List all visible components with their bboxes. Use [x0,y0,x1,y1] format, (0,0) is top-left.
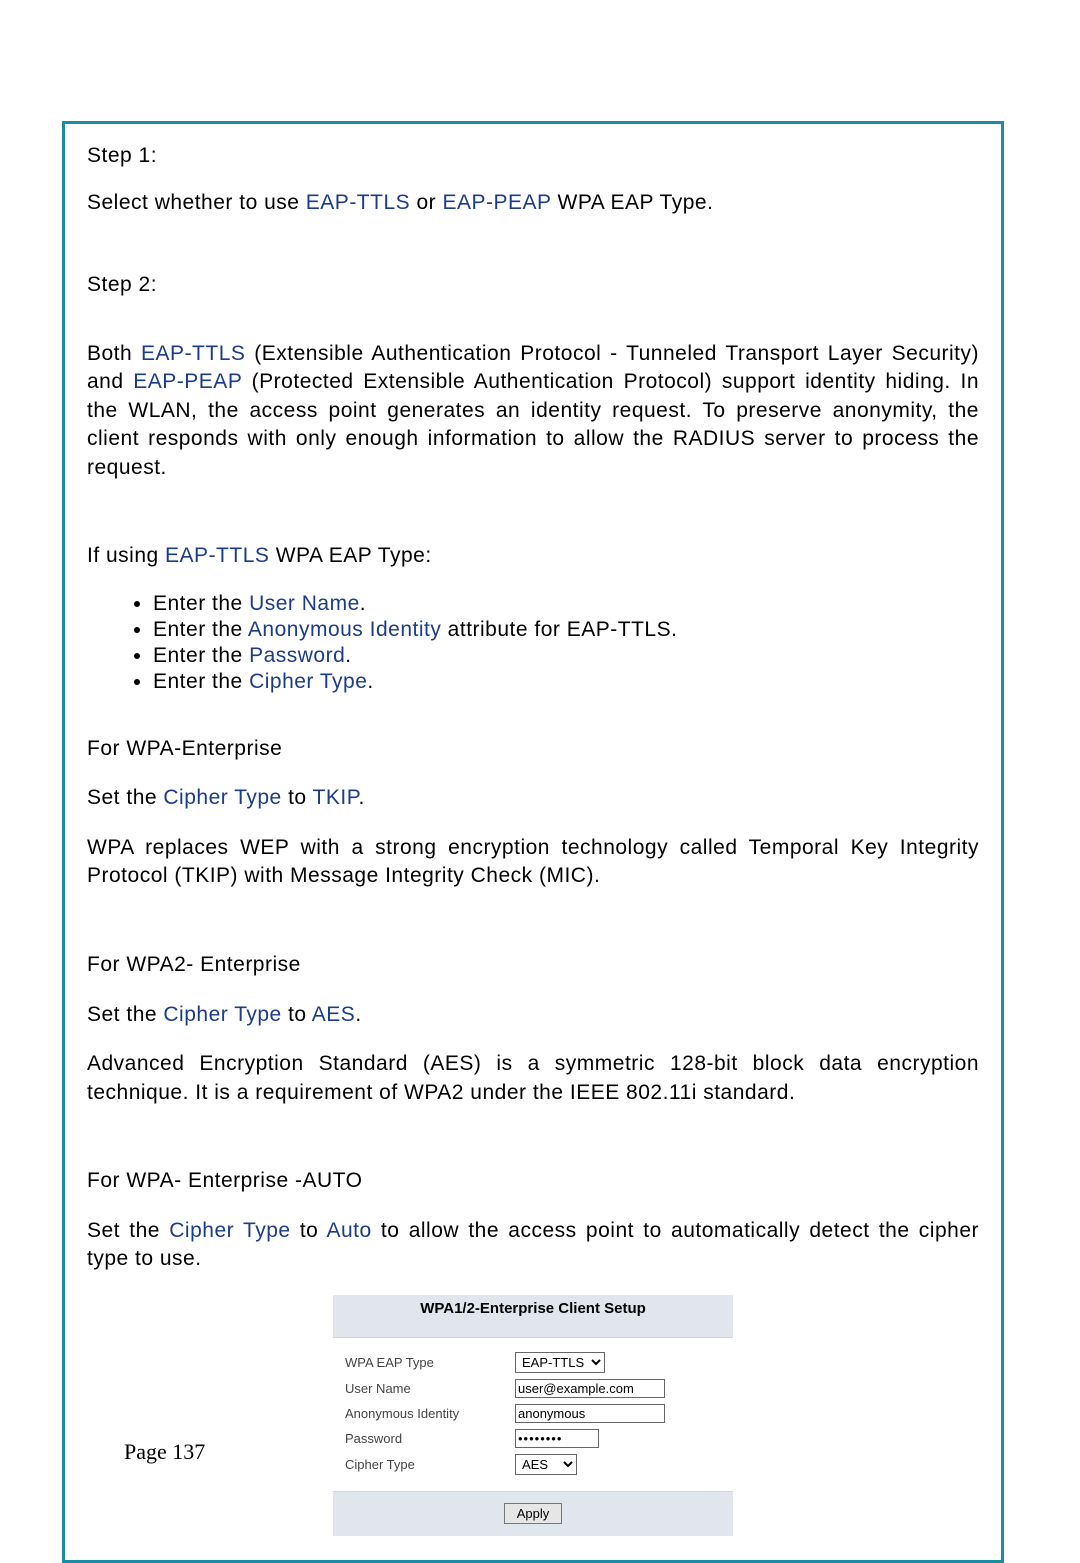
t: to [282,786,313,809]
t: If using [87,544,165,567]
input-anon-identity[interactable] [515,1404,665,1423]
t: Enter the [153,670,249,693]
list-item: Enter the User Name. [153,592,979,616]
label-anon-identity: Anonymous Identity [345,1406,515,1421]
form-title: WPA1/2-Enterprise Client Setup [333,1295,733,1338]
t: Set the [87,786,163,809]
t: Select whether to use [87,191,306,214]
wpa2-head: For WPA2- Enterprise [87,951,979,980]
link-eap-ttls: EAP-TTLS [165,544,269,567]
wpa1-set: Set the Cipher Type to TKIP. [87,784,979,813]
t: . [345,644,351,667]
t: to [291,1219,327,1242]
step2-text: Both EAP-TTLS (Extensible Authentication… [87,340,979,483]
list-item: Enter the Cipher Type. [153,670,979,694]
label-user-name: User Name [345,1381,515,1396]
t: Set the [87,1003,163,1026]
link-aes: AES [312,1003,356,1026]
t: attribute for EAP-TTLS. [441,618,677,641]
select-cipher-type[interactable]: AES [515,1454,577,1475]
wpa2-body: Advanced Encryption Standard (AES) is a … [87,1050,979,1107]
link-anon-identity: Anonymous Identity [248,618,441,641]
link-user-name: User Name [249,592,360,615]
t: to [282,1003,312,1026]
wpa1-head: For WPA-Enterprise [87,735,979,764]
apply-button[interactable]: Apply [504,1503,563,1524]
label-cipher-type: Cipher Type [345,1457,515,1472]
select-eap-type[interactable]: EAP-TTLS [515,1352,605,1373]
list-item: Enter the Password. [153,644,979,668]
t: Set the [87,1219,169,1242]
link-cipher-type: Cipher Type [169,1219,290,1242]
step1-text: Select whether to use EAP-TTLS or EAP-PE… [87,189,979,218]
link-cipher-type: Cipher Type [163,786,281,809]
link-cipher-type: Cipher Type [249,670,367,693]
wpaauto-set: Set the Cipher Type to Auto to allow the… [87,1217,979,1274]
wpaauto-head: For WPA- Enterprise -AUTO [87,1167,979,1196]
list-item: Enter the Anonymous Identity attribute f… [153,618,979,642]
input-user-name[interactable] [515,1379,665,1398]
page-number: Page 137 [124,1439,205,1465]
t: Enter the [153,644,249,667]
row-eap-type: WPA EAP Type EAP-TTLS [345,1352,725,1373]
row-password: Password [345,1429,725,1448]
label-eap-type: WPA EAP Type [345,1355,515,1370]
t: or [410,191,442,214]
row-cipher-type: Cipher Type AES [345,1454,725,1475]
wpa-form-panel: WPA1/2-Enterprise Client Setup WPA EAP T… [333,1295,733,1536]
ttls-intro: If using EAP-TTLS WPA EAP Type: [87,542,979,571]
t: WPA EAP Type. [551,191,713,214]
step1-title: Step 1: [87,144,979,168]
link-auto: Auto [326,1219,371,1242]
ttls-bullet-list: Enter the User Name. Enter the Anonymous… [87,592,979,694]
t: WPA EAP Type: [269,544,431,567]
wpa2-set: Set the Cipher Type to AES. [87,1001,979,1030]
link-eap-ttls: EAP-TTLS [141,342,245,365]
form-body: WPA EAP Type EAP-TTLS User Name Anonymou… [333,1338,733,1491]
instruction-box: Step 1: Select whether to use EAP-TTLS o… [62,121,1004,1563]
row-anon-identity: Anonymous Identity [345,1404,725,1423]
label-password: Password [345,1431,515,1446]
step2-title: Step 2: [87,273,979,297]
t: . [355,1003,361,1026]
link-password: Password [249,644,345,667]
row-user-name: User Name [345,1379,725,1398]
t: . [360,592,366,615]
link-cipher-type: Cipher Type [163,1003,281,1026]
link-eap-peap: EAP-PEAP [443,191,552,214]
t: Enter the [153,618,248,641]
wpa1-body: WPA replaces WEP with a strong encryptio… [87,834,979,891]
t: Both [87,342,141,365]
link-tkip: TKIP [313,786,359,809]
t: Enter the [153,592,249,615]
form-footer: Apply [333,1491,733,1536]
input-password[interactable] [515,1429,599,1448]
t: . [359,786,365,809]
link-eap-peap: EAP-PEAP [133,370,242,393]
t: . [367,670,373,693]
link-eap-ttls: EAP-TTLS [306,191,410,214]
